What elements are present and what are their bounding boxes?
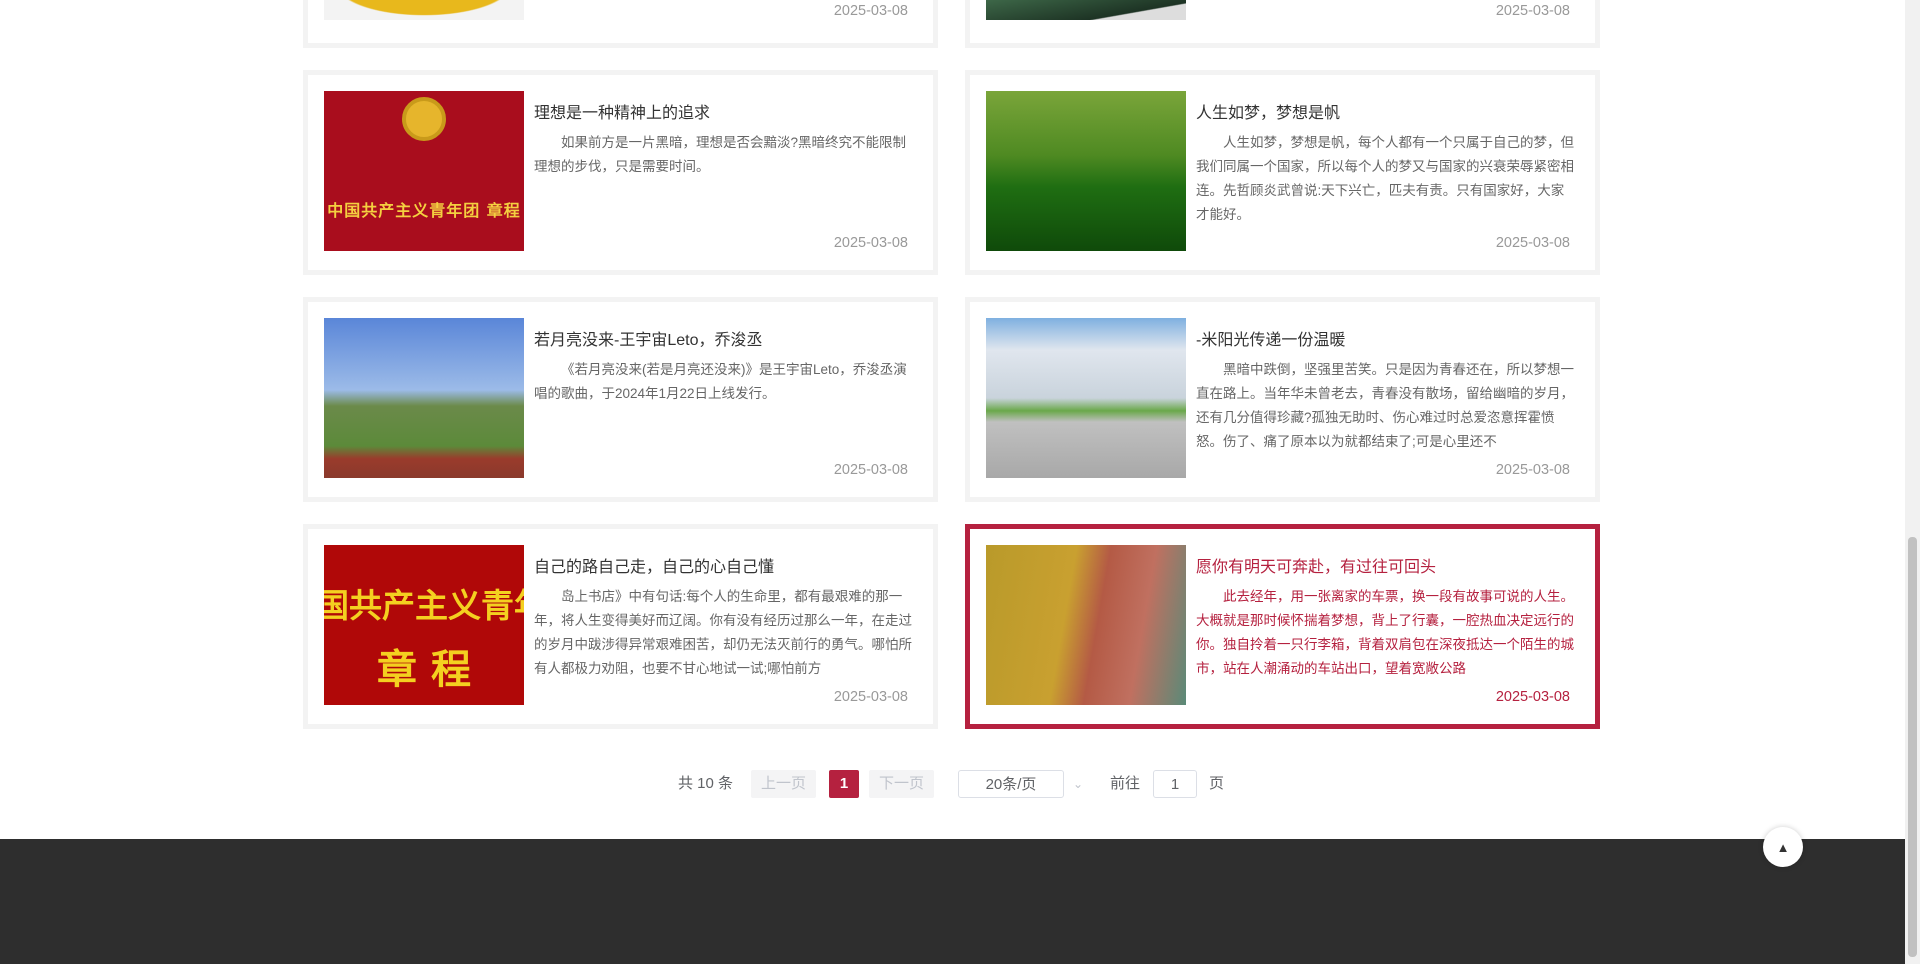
campus-building-image — [986, 318, 1186, 478]
article-card[interactable]: -米阳光传递一份温暖 黑暗中跌倒，坚强里苦笑。只是因为青春还在，所以梦想一直在路… — [965, 297, 1600, 502]
league-charter-image: 中国共产主义青年团 章程 — [324, 91, 524, 251]
goto-page-input[interactable]: 1 — [1153, 770, 1197, 798]
article-summary: 岛上书店》中有句话:每个人的生命里，都有最艰难的那一年，将人生变得美好而辽阔。你… — [534, 589, 912, 676]
scrollbar-thumb[interactable] — [1908, 537, 1917, 957]
article-date: 2025-03-08 — [1495, 689, 1570, 705]
partial-card-right[interactable]: 2025-03-08 — [965, 0, 1600, 48]
article-summary: 此去经年，用一张离家的车票，换一段有故事可说的人生。大概就是那时候怀揣着梦想，背… — [1196, 589, 1574, 676]
partial-card-left[interactable]: 2025-03-08 — [303, 0, 938, 48]
page-1-button[interactable]: 1 — [829, 770, 859, 798]
article-date: 2025-03-08 — [833, 3, 908, 19]
back-to-top-button[interactable]: ▲ — [1763, 827, 1803, 867]
article-title[interactable]: 理想是一种精神上的追求 — [534, 99, 710, 123]
article-summary: 《若月亮没来(若是月亮还没来)》是王宇宙Leto，乔浚丞演唱的歌曲，于2024年… — [534, 362, 907, 401]
pagination: 共 10 条 上一页 1 下一页 20条/页 ⌄ 前往 1 页 — [0, 770, 1920, 800]
goto-label: 前往 — [1110, 775, 1141, 792]
article-title[interactable]: -米阳光传递一份温暖 — [1196, 326, 1345, 350]
article-summary: 人生如梦，梦想是帆，每个人都有一个只属于自己的梦，但我们同属一个国家，所以每个人… — [1196, 135, 1574, 222]
article-title[interactable]: 愿你有明天可奔赴，有过往可回头 — [1196, 553, 1436, 577]
article-summary: 如果前方是一片黑暗，理想是否会黯淡?黑暗终究不能限制理想的步伐，只是需要时间。 — [534, 135, 907, 174]
emblem-icon — [402, 97, 446, 141]
next-page-button[interactable]: 下一页 — [869, 770, 935, 798]
runners-image — [324, 318, 524, 478]
autumn-tree-image — [986, 545, 1186, 705]
league-charter-image: 国共产主义青年 章 程 — [324, 545, 524, 705]
article-date: 2025-03-08 — [833, 462, 908, 478]
footer — [0, 839, 1905, 964]
article-date: 2025-03-08 — [1495, 3, 1570, 19]
total-count: 共 10 条 — [678, 775, 734, 792]
tree-avenue-image — [986, 91, 1186, 251]
article-title[interactable]: 若月亮没来-王宇宙Leto，乔浚丞 — [534, 326, 762, 350]
emblem-image — [324, 0, 524, 20]
page-size-select[interactable]: 20条/页 — [958, 770, 1064, 798]
article-date: 2025-03-08 — [833, 689, 908, 705]
caret-up-icon: ▲ — [1776, 839, 1790, 855]
image-caption-sub: 章 程 — [377, 646, 471, 693]
article-card[interactable]: 国共产主义青年 章 程 自己的路自己走，自己的心自己懂 岛上书店》中有句话:每个… — [303, 524, 938, 729]
page-unit-label: 页 — [1209, 775, 1225, 792]
article-card[interactable]: 中国共产主义青年团 章程 理想是一种精神上的追求 如果前方是一片黑暗，理想是否会… — [303, 70, 938, 275]
article-title[interactable]: 自己的路自己走，自己的心自己懂 — [534, 553, 774, 577]
article-date: 2025-03-08 — [833, 235, 908, 251]
article-date: 2025-03-08 — [1495, 235, 1570, 251]
article-title[interactable]: 人生如梦，梦想是帆 — [1196, 99, 1340, 123]
chevron-down-icon[interactable]: ⌄ — [1073, 770, 1083, 798]
prev-page-button[interactable]: 上一页 — [751, 770, 817, 798]
article-card[interactable]: 人生如梦，梦想是帆 人生如梦，梦想是帆，每个人都有一个只属于自己的梦，但我们同属… — [965, 70, 1600, 275]
article-card[interactable]: 若月亮没来-王宇宙Leto，乔浚丞 《若月亮没来(若是月亮还没来)》是王宇宙Le… — [303, 297, 938, 502]
image-caption: 国共产主义青年 — [324, 586, 524, 625]
article-date: 2025-03-08 — [1495, 462, 1570, 478]
article-image — [986, 0, 1186, 20]
article-card-hovered[interactable]: 愿你有明天可奔赴，有过往可回头 此去经年，用一张离家的车票，换一段有故事可说的人… — [965, 524, 1600, 729]
image-caption: 中国共产主义青年团 章程 — [327, 201, 521, 220]
article-summary: 黑暗中跌倒，坚强里苦笑。只是因为青春还在，所以梦想一直在路上。当年华未曾老去，青… — [1196, 362, 1574, 449]
